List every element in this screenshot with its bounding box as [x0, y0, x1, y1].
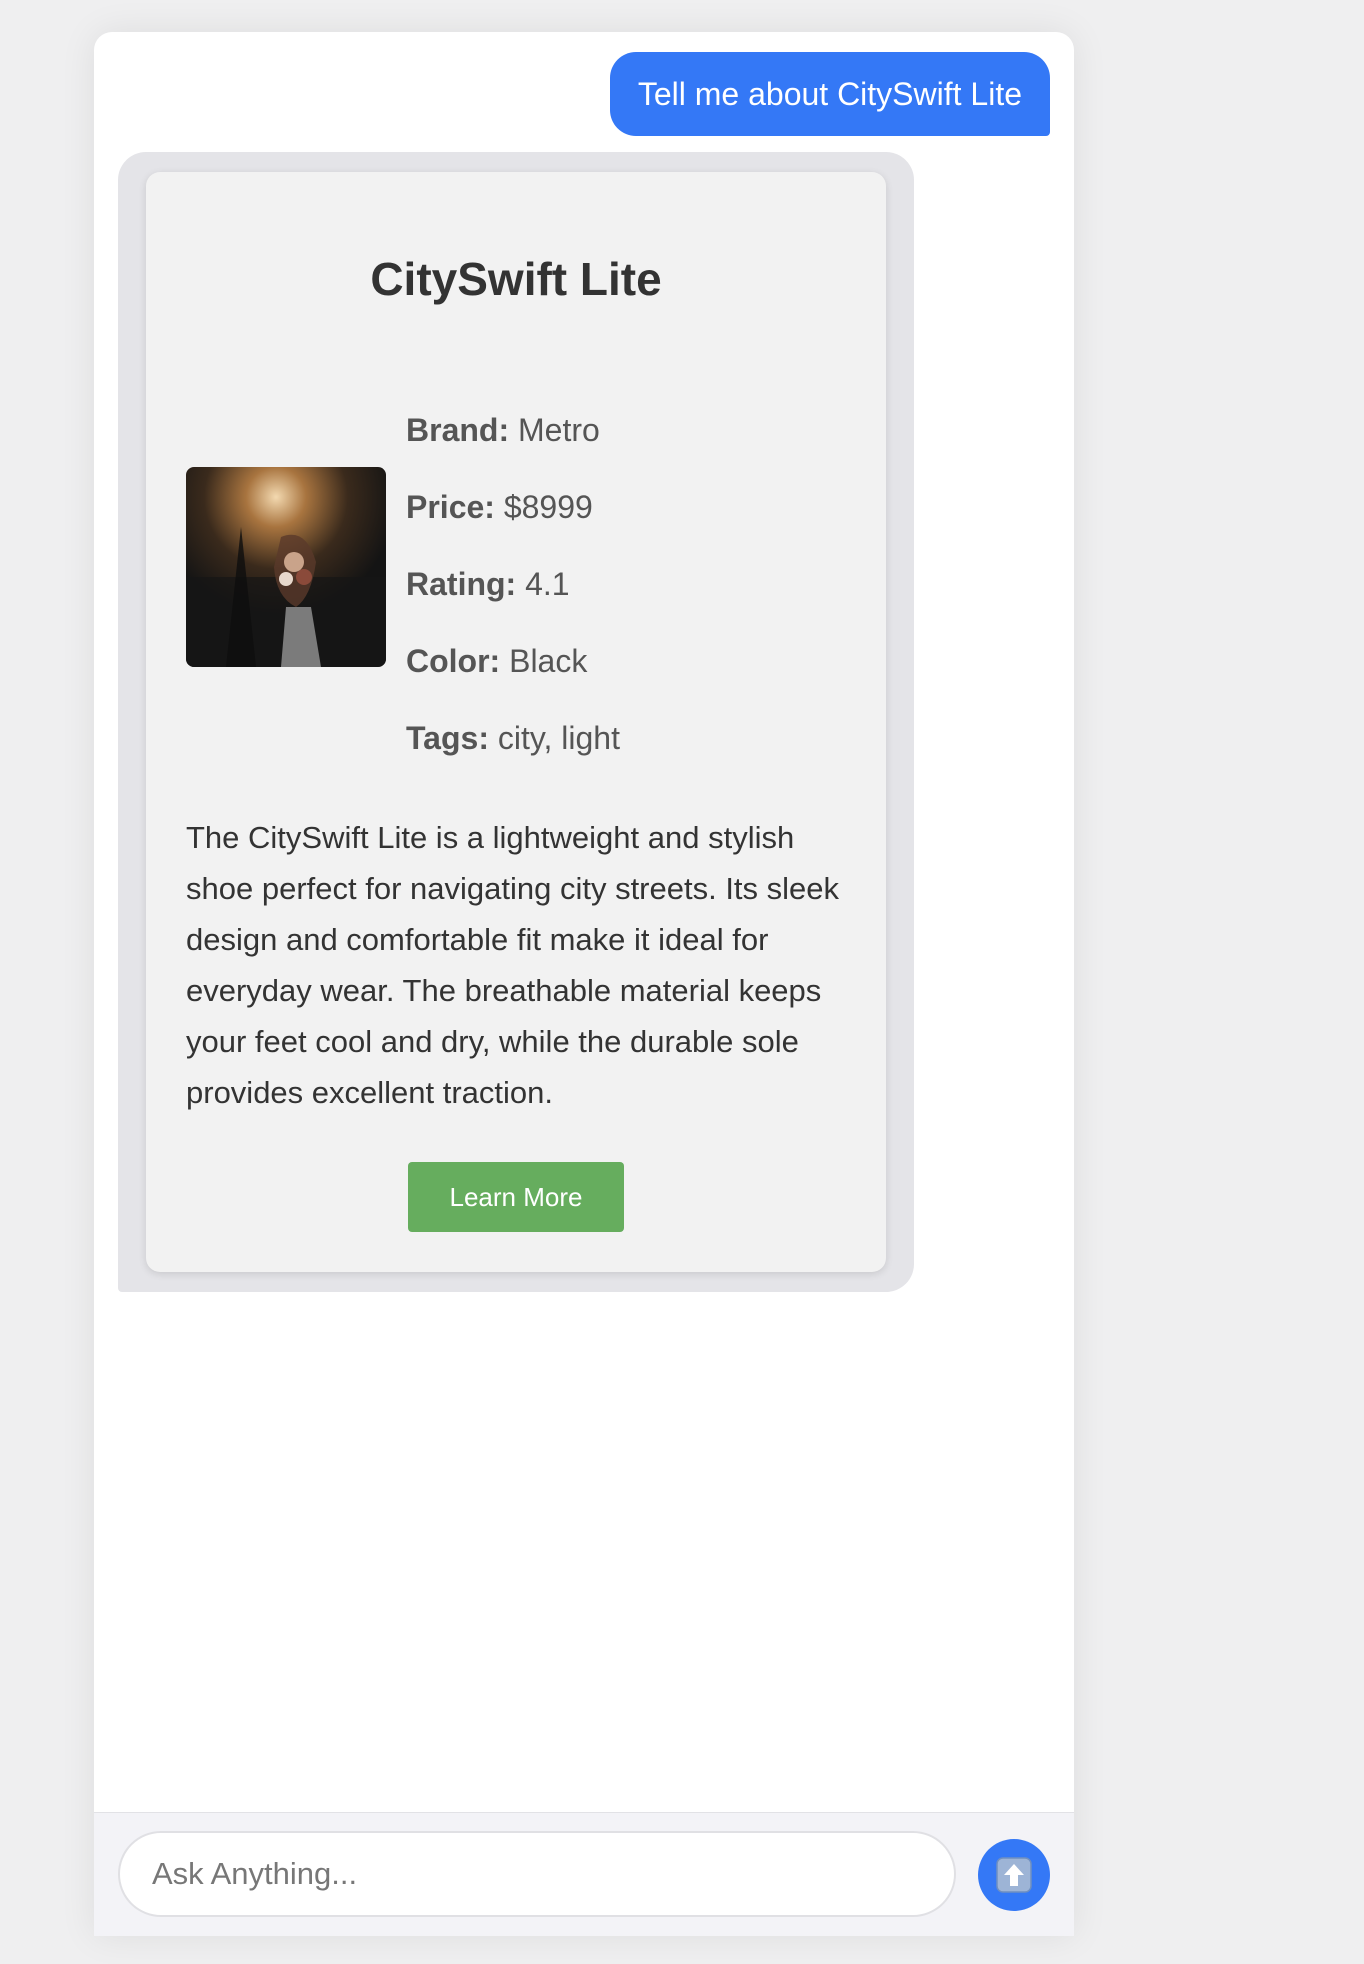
product-card: CitySwift Lite Brand: Metro Price: $8999… — [146, 172, 886, 1272]
user-message-bubble: Tell me about CitySwift Lite — [609, 52, 1050, 136]
learn-more-button[interactable]: Learn More — [408, 1162, 624, 1232]
spec-tags: Tags: city, light — [406, 720, 620, 756]
spec-brand: Brand: Metro — [406, 412, 600, 448]
composer-bar — [94, 1812, 1074, 1936]
ask-input[interactable] — [118, 1831, 956, 1917]
send-button[interactable] — [978, 1839, 1050, 1911]
message-list: Tell me about CitySwift Lite CitySwift L… — [94, 32, 1074, 1812]
product-photo — [186, 467, 386, 667]
product-image — [186, 467, 386, 667]
product-specs: Brand: Metro Price: $8999 Rating: 4.1 Co… — [406, 392, 846, 777]
assistant-message-bubble: CitySwift Lite Brand: Metro Price: $8999… — [118, 152, 914, 1292]
chat-window: Tell me about CitySwift Lite CitySwift L… — [94, 32, 1074, 1936]
product-description: The CitySwift Lite is a lightweight and … — [186, 820, 840, 1110]
product-title: CitySwift Lite — [370, 253, 662, 305]
up-arrow-icon — [996, 1857, 1032, 1893]
spec-price: Price: $8999 — [406, 489, 593, 525]
spec-color: Color: Black — [406, 643, 588, 679]
spec-rating: Rating: 4.1 — [406, 566, 570, 602]
